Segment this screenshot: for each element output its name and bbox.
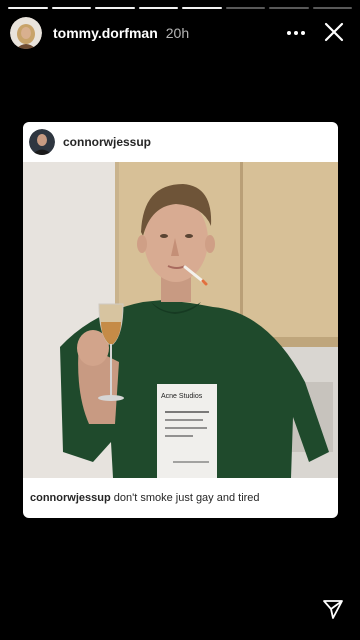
progress-segment <box>225 7 265 9</box>
progress-segment <box>182 7 222 9</box>
caption-username[interactable]: connorwjessup <box>30 492 111 504</box>
progress-segment <box>51 7 91 9</box>
story-header: tommy.dorfman 20h <box>10 16 352 50</box>
story-timestamp: 20h <box>165 25 190 41</box>
shirt-label: Acne Studios <box>161 393 203 400</box>
post-avatar[interactable] <box>29 129 55 155</box>
shared-post-card[interactable]: connorwjessup Acne Studios connorwjessup… <box>23 122 338 518</box>
post-username[interactable]: connorwjessup <box>63 135 151 149</box>
post-caption: connorwjessup don't smoke just gay and t… <box>30 492 260 504</box>
caption-text: don't smoke just gay and tired <box>113 492 260 504</box>
progress-segment <box>312 7 352 9</box>
story-avatar[interactable] <box>10 17 42 49</box>
send-icon[interactable] <box>322 598 344 620</box>
progress-segment <box>95 7 135 9</box>
story-username[interactable]: tommy.dorfman <box>53 25 158 41</box>
progress-segment <box>8 7 48 9</box>
story-progress <box>8 7 352 9</box>
post-header: connorwjessup <box>23 122 338 162</box>
progress-segment <box>269 7 309 9</box>
progress-segment <box>138 7 178 9</box>
close-icon[interactable] <box>322 20 346 44</box>
post-photo: Acne Studios <box>23 162 338 518</box>
more-dots-icon[interactable] <box>284 24 308 42</box>
